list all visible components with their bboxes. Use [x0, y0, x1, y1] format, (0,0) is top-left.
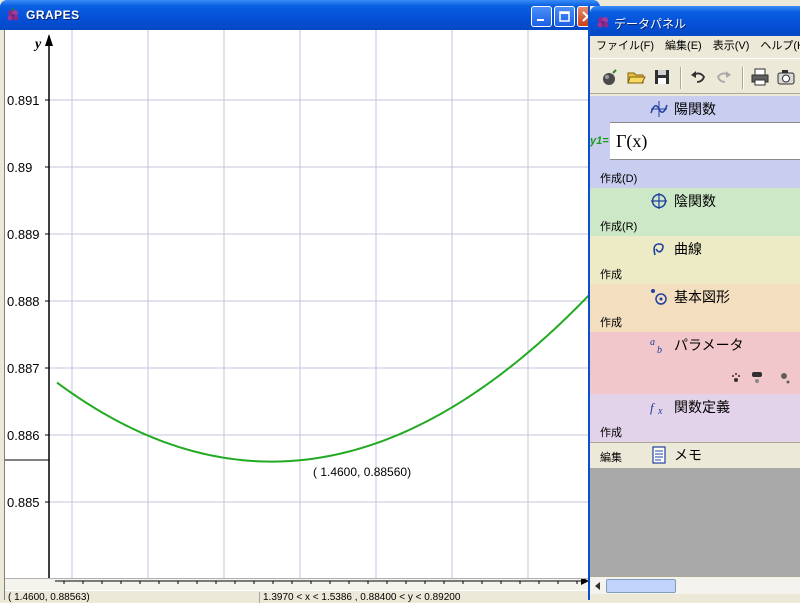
memo-title: メモ	[674, 447, 702, 463]
basic-figure-header[interactable]: 基本図形	[650, 288, 730, 306]
implicit-function-section: 陰関数 作成(R)	[590, 188, 800, 236]
panel-horizontal-scrollbar[interactable]	[590, 576, 800, 594]
y-tick-label: 0.888	[7, 294, 40, 309]
fx-icon: f x	[650, 400, 663, 416]
x-axis-ruler	[5, 577, 589, 590]
redo-icon[interactable]	[714, 67, 734, 87]
y-tick-label: 0.886	[7, 428, 40, 443]
figure-create-button[interactable]: 作成	[600, 314, 622, 330]
curve-header[interactable]: 曲線	[650, 240, 702, 258]
point-coordinate-label: ( 1.4600, 0.88560)	[313, 465, 412, 479]
data-panel-titlebar[interactable]: データパネル	[590, 6, 800, 36]
graph-canvas[interactable]: y 0.891 0.89 0.889 0.888 0.887 0.886 0.885 ( 1…	[5, 30, 589, 578]
open-folder-icon[interactable]	[626, 67, 646, 87]
window-title: GRAPES	[26, 8, 80, 22]
minimize-button[interactable]	[531, 6, 552, 27]
crosshair-circle-icon	[651, 193, 667, 209]
basic-figure-title: 基本図形	[674, 289, 730, 305]
implicit-function-title: 陰関数	[674, 193, 716, 209]
y-tick-label: 0.889	[7, 227, 40, 242]
status-cursor-coords: ( 1.4600, 0.88563)	[8, 592, 90, 603]
svg-text:a: a	[650, 337, 655, 348]
parameter-section: a b パラメータ	[590, 332, 800, 394]
y-axis-arrow	[45, 34, 53, 46]
explicit-function-icon	[650, 101, 668, 117]
implicit-create-button[interactable]: 作成(R)	[600, 218, 637, 234]
save-icon[interactable]	[652, 67, 672, 87]
curve-title: 曲線	[674, 241, 702, 257]
graph-svg: y 0.891 0.89 0.889 0.888 0.887 0.886 0.885	[5, 30, 589, 578]
grapes-app-icon	[597, 17, 609, 28]
function-definition-title: 関数定義	[674, 399, 730, 415]
function-row-y1[interactable]: y1= Γ(x)	[590, 122, 800, 160]
plot-frame: y 0.891 0.89 0.889 0.888 0.887 0.886 0.885 ( 1…	[4, 30, 593, 603]
memo-notepad-icon	[652, 446, 666, 464]
grapes-titlebar[interactable]: GRAPES	[0, 0, 600, 30]
toolbar-separator	[742, 67, 744, 89]
grapes-window: GRAPES y 0.891 0.89 0.889 0.888 0.887 0.886 0.…	[0, 0, 600, 603]
undo-icon[interactable]	[688, 67, 708, 87]
maximize-icon	[559, 11, 570, 22]
minimize-icon	[537, 19, 544, 21]
status-view-range: 1.3970 < x < 1.5386 , 0.88400 < y < 0.89…	[259, 592, 589, 603]
curve-loop-icon	[653, 243, 664, 256]
menu-edit[interactable]: 編集(E)	[659, 36, 707, 56]
memo-section: 編集 メモ	[590, 442, 800, 468]
menu-help[interactable]: ヘルプ(H)	[754, 36, 800, 56]
svg-text:b: b	[657, 345, 662, 354]
scroll-left-arrow-icon[interactable]	[592, 580, 604, 592]
parameter-header[interactable]: a b パラメータ	[650, 336, 744, 354]
function-expression[interactable]: Γ(x)	[616, 131, 647, 152]
status-bar: ( 1.4600, 0.88563) 1.3970 < x < 1.5386 ,…	[5, 590, 593, 603]
y-tick-label: 0.885	[7, 495, 40, 510]
svg-text:f: f	[650, 400, 656, 415]
memo-edit-button[interactable]: 編集	[600, 449, 622, 465]
maximize-button[interactable]	[554, 6, 575, 27]
new-icon[interactable]	[600, 67, 620, 87]
camera-icon[interactable]	[776, 67, 796, 87]
ab-parameter-icon: a b	[650, 337, 662, 354]
toolbar-separator	[680, 67, 682, 89]
basic-figure-section: 基本図形 作成	[590, 284, 800, 332]
y-tick-labels: 0.891 0.89 0.889 0.888 0.887 0.886 0.885	[7, 93, 40, 510]
grapes-app-icon	[7, 8, 19, 21]
scrollbar-thumb[interactable]	[606, 579, 676, 593]
grid-lines	[49, 30, 589, 578]
curve-create-button[interactable]: 作成	[600, 266, 622, 282]
function-label: y1=	[590, 122, 610, 160]
function-definition-create-button[interactable]: 作成	[600, 424, 622, 440]
memo-header[interactable]: メモ	[650, 446, 702, 464]
function-definition-section: f x 関数定義 作成	[590, 394, 800, 442]
panel-empty-area	[590, 468, 800, 576]
y-tick-label: 0.887	[7, 361, 40, 376]
gamma-curve	[56, 294, 589, 463]
y-tick-label: 0.89	[7, 160, 32, 175]
data-panel-title: データパネル	[614, 17, 687, 31]
data-panel-window: データパネル ファイル(F)編集(E)表示(V)ヘルプ(H)	[588, 6, 800, 600]
print-icon[interactable]	[750, 67, 770, 87]
y-axis-label: y	[33, 37, 42, 52]
animation-paw-icons[interactable]	[730, 368, 800, 388]
point-circle-icon	[651, 289, 667, 305]
explicit-function-header[interactable]: 陽関数	[650, 100, 716, 118]
explicit-function-title: 陽関数	[674, 101, 716, 117]
y-tick-label: 0.891	[7, 93, 40, 108]
implicit-function-header[interactable]: 陰関数	[650, 192, 716, 210]
data-panel-menubar: ファイル(F)編集(E)表示(V)ヘルプ(H)	[590, 36, 800, 56]
menu-view[interactable]: 表示(V)	[707, 36, 755, 56]
data-panel-toolbar	[590, 58, 800, 94]
explicit-create-button[interactable]: 作成(D)	[600, 170, 637, 186]
explicit-function-section: 陽関数 y1= Γ(x) 作成(D)	[590, 96, 800, 188]
menu-file[interactable]: ファイル(F)	[590, 36, 659, 56]
curve-section: 曲線 作成	[590, 236, 800, 284]
function-definition-header[interactable]: f x 関数定義	[650, 398, 730, 416]
svg-text:x: x	[657, 406, 663, 416]
parameter-title: パラメータ	[674, 337, 744, 353]
